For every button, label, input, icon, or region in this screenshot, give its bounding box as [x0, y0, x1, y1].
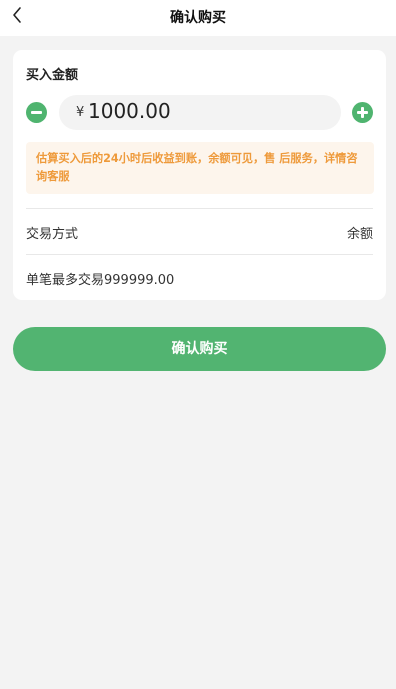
confirm-purchase-button[interactable]: 确认购买 — [13, 327, 386, 371]
top-bar: 确认购买 — [0, 0, 396, 36]
currency-symbol: ¥ — [76, 105, 85, 120]
divider — [26, 254, 373, 255]
amount-section-title: 买入金额 — [26, 68, 79, 83]
earnings-notice: 估算买入后的24小时后收益到账，余额可见，售 后服务，详情咨询客服 — [26, 142, 374, 194]
decrease-amount-button[interactable] — [26, 102, 47, 123]
purchase-card: 买入金额 ¥ 1000.00 估算买入后的24小时后收益到账，余额可见，售 后服… — [13, 50, 386, 300]
payment-method-value: 余额 — [346, 227, 373, 242]
amount-input[interactable]: ¥ 1000.00 — [59, 95, 341, 130]
payment-method-label: 交易方式 — [26, 227, 79, 242]
divider — [26, 208, 373, 209]
transaction-limit-text: 单笔最多交易999999.00 — [26, 273, 175, 288]
page-title: 确认购买 — [170, 10, 226, 26]
increase-amount-button[interactable] — [352, 102, 373, 123]
amount-value: 1000.00 — [88, 99, 171, 123]
